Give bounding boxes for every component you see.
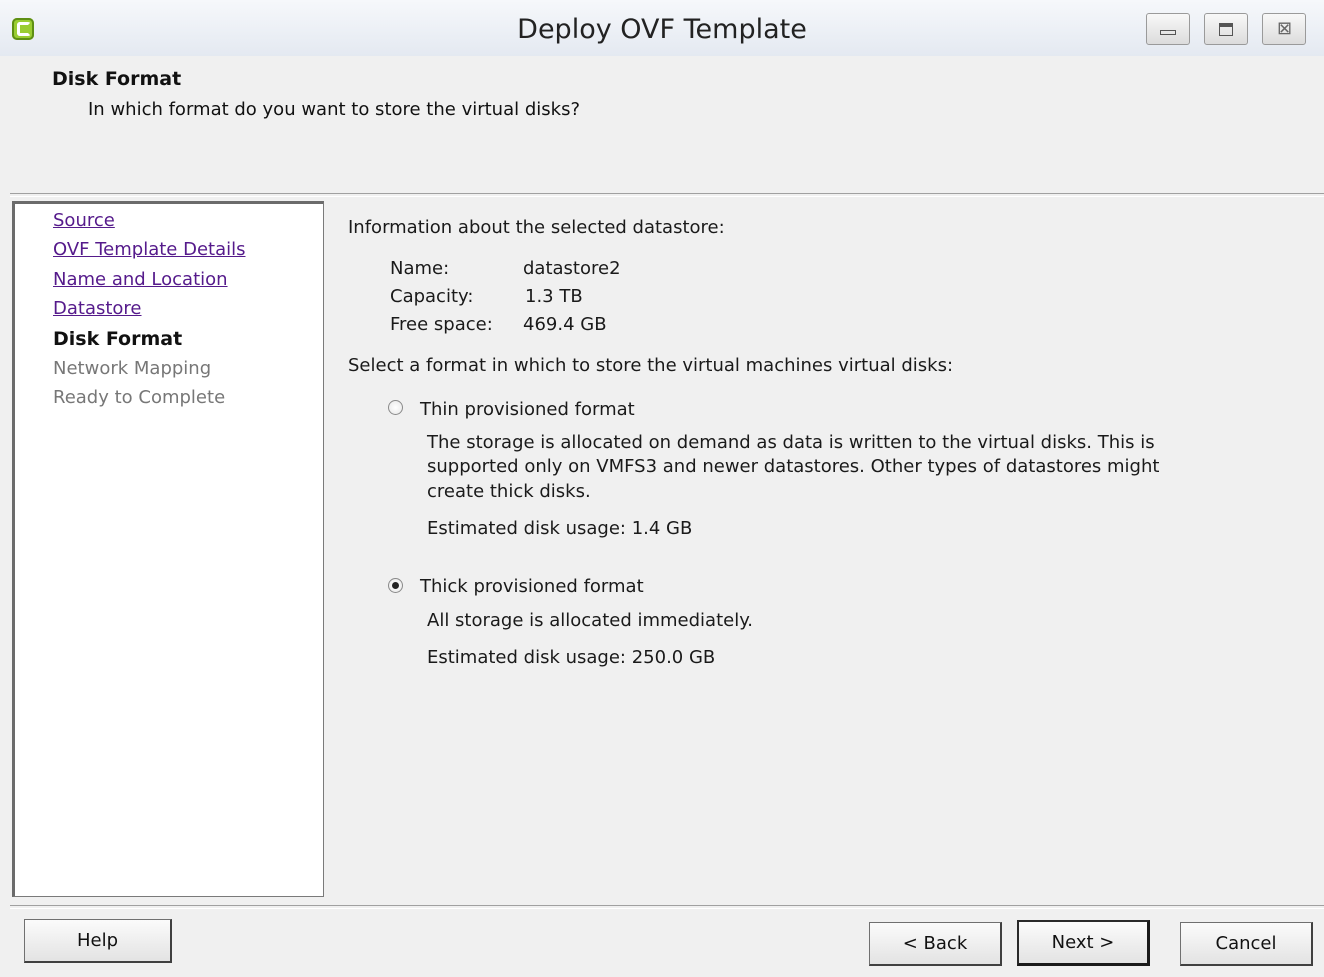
datastore-capacity-label: Capacity:	[390, 286, 474, 307]
step-subtitle: In which format do you want to store the…	[88, 99, 581, 120]
nav-step-ovf-template-details[interactable]: OVF Template Details	[53, 239, 246, 260]
nav-step-source[interactable]: Source	[53, 210, 115, 231]
radio-selected-dot	[392, 582, 399, 589]
nav-step-ready-to-complete: Ready to Complete	[53, 387, 226, 408]
thin-desc-line-1: The storage is allocated on demand as da…	[427, 432, 1155, 453]
thick-estimated-usage: Estimated disk usage: 250.0 GB	[427, 647, 716, 668]
deploy-ovf-dialog: Deploy OVF Template ⊠ Disk Format In whi…	[0, 0, 1324, 977]
nav-step-network-mapping: Network Mapping	[53, 358, 212, 379]
datastore-name-label: Name:	[390, 258, 450, 279]
thick-provisioned-label[interactable]: Thick provisioned format	[420, 576, 644, 597]
datastore-capacity-value: 1.3 TB	[525, 286, 583, 307]
nav-step-name-and-location[interactable]: Name and Location	[53, 269, 228, 290]
maximize-icon	[1219, 23, 1233, 36]
thin-provisioned-radio[interactable]	[388, 400, 403, 415]
footer-divider	[10, 905, 1324, 909]
thick-provisioned-radio[interactable]	[388, 578, 403, 593]
back-button[interactable]: < Back	[869, 922, 1002, 966]
next-button[interactable]: Next >	[1017, 920, 1150, 966]
close-button[interactable]: ⊠	[1262, 13, 1306, 45]
close-icon: ⊠	[1277, 18, 1293, 39]
help-button[interactable]: Help	[24, 919, 172, 963]
wizard-steps-panel: Source OVF Template Details Name and Loc…	[12, 201, 324, 897]
datastore-info-heading: Information about the selected datastore…	[348, 217, 725, 238]
nav-step-disk-format: Disk Format	[53, 328, 183, 350]
nav-step-datastore[interactable]: Datastore	[53, 298, 142, 319]
datastore-free-value: 469.4 GB	[523, 314, 607, 335]
title-bar[interactable]: Deploy OVF Template ⊠	[0, 0, 1324, 56]
thin-provisioned-label[interactable]: Thin provisioned format	[420, 399, 635, 420]
thin-desc-line-2: supported only on VMFS3 and newer datast…	[427, 456, 1160, 477]
minimize-button[interactable]	[1146, 13, 1190, 45]
minimize-icon	[1160, 30, 1176, 35]
thin-estimated-usage: Estimated disk usage: 1.4 GB	[427, 518, 693, 539]
step-title: Disk Format	[52, 68, 182, 90]
format-select-heading: Select a format in which to store the vi…	[348, 355, 954, 376]
maximize-button[interactable]	[1204, 13, 1248, 45]
datastore-free-label: Free space:	[390, 314, 493, 335]
thin-desc-line-3: create thick disks.	[427, 481, 591, 502]
thick-desc-line-1: All storage is allocated immediately.	[427, 610, 754, 631]
window-title: Deploy OVF Template	[517, 14, 807, 45]
cancel-button[interactable]: Cancel	[1180, 922, 1313, 966]
datastore-name-value: datastore2	[523, 258, 621, 279]
header-divider	[10, 193, 1324, 197]
